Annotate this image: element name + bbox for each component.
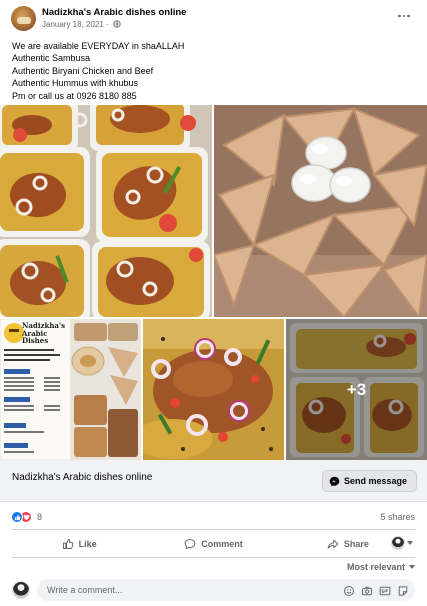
composer-icons — [343, 584, 409, 596]
comment-button[interactable]: Comment — [146, 531, 280, 556]
comment-composer — [12, 578, 415, 602]
photo-biryani-trays[interactable] — [0, 105, 212, 317]
comment-label: Comment — [201, 538, 243, 549]
like-icon — [62, 538, 74, 549]
shares-count[interactable]: 5 shares — [380, 512, 415, 522]
send-message-button[interactable]: Send message — [321, 470, 417, 492]
comment-box[interactable] — [37, 579, 415, 601]
comment-input[interactable] — [47, 579, 277, 601]
sticker-icon[interactable] — [397, 584, 409, 596]
photo-sambusa[interactable] — [214, 105, 427, 317]
post-header: Nadizkha's Arabic dishes online January … — [0, 0, 427, 36]
post-text-line: Authentic Hummus with khubus — [12, 78, 139, 89]
comment-as-picker[interactable] — [391, 536, 413, 550]
user-avatar — [391, 536, 405, 550]
share-icon — [327, 539, 339, 549]
dot-icon — [407, 14, 410, 18]
page-name[interactable]: Nadizkha's Arabic dishes online — [42, 7, 186, 18]
like-reaction-icon — [11, 511, 23, 523]
photo-chicken-closeup[interactable] — [143, 319, 284, 460]
timestamp-text[interactable]: January 18, 2021 · — [42, 20, 111, 29]
reactions-summary: 8 5 shares — [0, 505, 427, 529]
reaction-icons[interactable] — [11, 511, 32, 523]
gif-icon[interactable] — [379, 584, 391, 596]
chevron-down-icon — [409, 565, 415, 569]
globe-icon — [113, 20, 121, 28]
send-message-label: Send message — [343, 476, 407, 486]
photo-more-trays[interactable]: +3 — [286, 319, 427, 460]
post-text-line: We are available EVERYDAY in shaALLAH — [12, 41, 185, 51]
messenger-icon — [329, 476, 340, 486]
more-options-button[interactable] — [395, 9, 413, 23]
menu-card-title: Nadizkha's Arabic Dishes — [22, 322, 70, 345]
sambusa-image — [214, 105, 427, 317]
camera-icon[interactable] — [361, 584, 373, 596]
divider — [12, 529, 415, 530]
like-button[interactable]: Like — [12, 531, 146, 556]
like-label: Like — [78, 538, 97, 549]
dot-icon — [402, 14, 406, 18]
post-message: We are available EVERYDAY in shaALLAH Au… — [12, 40, 412, 102]
facebook-post: Nadizkha's Arabic dishes online January … — [0, 0, 427, 606]
comment-icon — [184, 538, 196, 549]
reaction-count[interactable]: 8 — [37, 512, 42, 522]
post-timestamp[interactable]: January 18, 2021 · — [42, 20, 121, 29]
emoji-icon[interactable] — [343, 584, 355, 596]
chicken-closeup-image — [143, 319, 284, 460]
menu-title-line: Dishes — [22, 336, 49, 345]
user-avatar[interactable] — [12, 581, 30, 599]
more-photos-overlay[interactable]: +3 — [286, 319, 427, 460]
post-text-line: Authentic Biryani Chicken and Beef — [12, 65, 154, 76]
dot-icon — [398, 14, 401, 18]
post-text-line: Authentic Sambusa — [12, 53, 91, 64]
more-photos-count: +3 — [346, 379, 367, 399]
page-avatar[interactable] — [11, 6, 36, 31]
photo-menu-card[interactable]: Nadizkha's Arabic Dishes — [0, 319, 141, 460]
action-bar: Like Comment Share — [12, 531, 415, 556]
link-card-title[interactable]: Nadizkha's Arabic dishes online — [12, 472, 152, 483]
chevron-down-icon — [407, 541, 413, 545]
post-text-line: Pm or call us at 0926 8180 885 — [12, 90, 137, 101]
comment-sort-label: Most relevant — [346, 562, 405, 572]
comment-sort-dropdown[interactable]: Most relevant — [347, 562, 415, 572]
page-link-card[interactable]: Nadizkha's Arabic dishes online Send mes… — [0, 460, 427, 502]
biryani-trays-image — [0, 105, 212, 317]
divider — [12, 557, 415, 558]
share-label: Share — [343, 538, 369, 549]
